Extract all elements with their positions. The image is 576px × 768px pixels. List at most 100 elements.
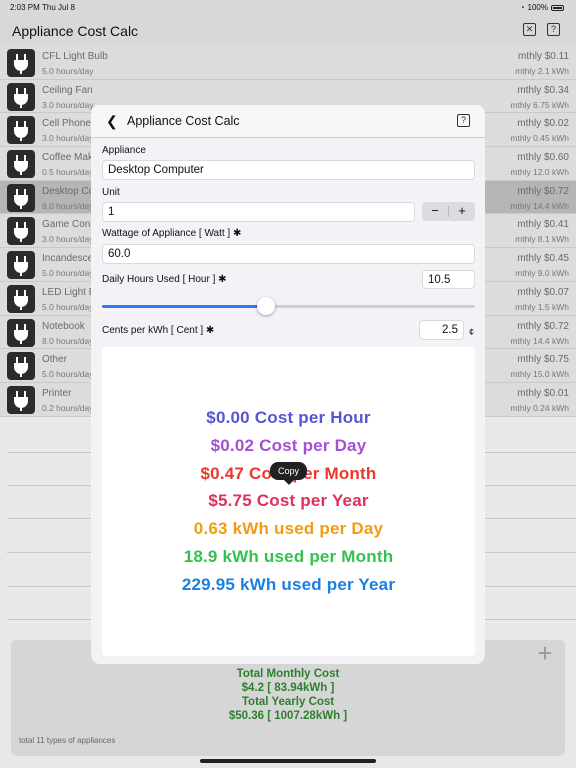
plug-icon [7, 385, 35, 414]
appliance-monthly-kwh: mthly 1.5 kWh [515, 301, 569, 312]
hours-field[interactable]: 10.5 [422, 270, 475, 289]
appliance-name: Cell Phone [42, 118, 91, 130]
cents-field[interactable]: 2.5 [419, 320, 464, 340]
wifi-icon: ◔ [519, 3, 525, 12]
close-icon[interactable]: ✕ [523, 23, 536, 36]
appliance-row[interactable]: CFL Light Bulb 5.0 hours/day mthly $0.11 mt… [0, 46, 576, 80]
appliance-detail-sheet: ❮ Appliance Cost Calc ? Appliance Deskto… [91, 105, 485, 664]
appliance-monthly-kwh: mthly 0.45 kWh [510, 133, 569, 144]
plug-icon [7, 49, 35, 77]
appliance-name: Notebook [42, 320, 85, 332]
plug-icon [7, 352, 35, 381]
result-line: $5.75 Cost per Year [208, 491, 369, 511]
appliance-hours: 5.0 hours/day [42, 369, 94, 380]
appliance-monthly-kwh: mthly 6.75 kWh [510, 99, 569, 110]
appliance-name-field[interactable]: Desktop Computer [102, 160, 475, 180]
result-line: 18.9 kWh used per Month [183, 547, 394, 566]
hours-label: Daily Hours Used [ Hour ] ✱ [102, 274, 227, 285]
appliance-hours: 5.0 hours/day [42, 66, 94, 76]
add-appliance-button[interactable]: + [534, 640, 556, 666]
appliance-name: Desktop Co [42, 185, 95, 197]
appliance-name: Printer [42, 387, 72, 399]
plug-icon [7, 318, 35, 347]
appliance-name: Ceiling Fan [42, 84, 93, 96]
appliance-name: Game Cons [42, 219, 96, 231]
plug-icon [7, 183, 35, 212]
result-line: $0.02 Cost per Day [210, 435, 367, 455]
result-line: 229.95 kWh used per Year [181, 574, 396, 594]
appliance-monthly-cost: mthly $0.45 [517, 253, 569, 265]
plug-icon [7, 217, 35, 246]
appliance-monthly-cost: mthly $0.72 [517, 185, 569, 197]
appliance-hours: 3.0 hours/day [42, 234, 94, 245]
appliance-monthly-cost: mthly $0.41 [517, 219, 569, 231]
appliance-hours: 0.5 hours/day [42, 167, 94, 178]
cents-unit: ¢ [469, 327, 475, 337]
appliance-name: Incandesce [42, 253, 94, 265]
plug-icon [7, 284, 35, 313]
plug-icon [7, 150, 35, 179]
appliance-monthly-cost: mthly $0.75 [517, 354, 569, 366]
appliance-monthly-kwh: mthly 8.1 kWh [515, 234, 569, 245]
appliance-monthly-kwh: mthly 12.0 kWh [510, 167, 569, 178]
status-bar: 2:03 PM Thu Jul 8 ◔ 100% [0, 0, 576, 14]
appliance-hours: 3.0 hours/day [42, 133, 94, 144]
total-yearly-label: Total Yearly Cost [241, 696, 335, 708]
status-right: ◔ 100% [520, 3, 564, 12]
appliance-name: Other [42, 354, 68, 366]
results-panel: $0.00 Cost per Hour $0.02 Cost per Day $0.… [102, 347, 475, 656]
appliance-monthly-cost: mthly $0.02 [517, 118, 569, 130]
appliance-hours: 5.0 hours/day [42, 268, 94, 279]
main-header: Appliance Cost Calc ✕ ? [0, 14, 576, 46]
result-line: $0.00 Cost per Hour [206, 408, 371, 427]
appliance-count: total 11 types of appliances [19, 736, 116, 745]
stepper-minus-button[interactable]: − [422, 202, 448, 221]
plug-icon [7, 251, 35, 280]
appliance-name: LED Light B [42, 286, 96, 298]
main-title: Appliance Cost Calc [12, 23, 139, 39]
status-date: Thu Jul 8 [42, 3, 75, 12]
appliance-monthly-kwh: mthly 2.1 kWh [515, 66, 569, 76]
appliance-hours: 8.0 hours/day [42, 335, 94, 346]
appliance-monthly-kwh: mthly 14.4 kWh [510, 335, 569, 346]
total-monthly-value: $4.2 [ 83.94kWh ] [241, 682, 335, 694]
cents-label: Cents per kWh [ Cent ] ✱ [102, 325, 215, 336]
battery-percent: 100% [527, 3, 548, 12]
appliance-monthly-kwh: mthly 14.4 kWh [510, 200, 569, 211]
appliance-monthly-kwh: mthly 15.0 kWh [510, 369, 569, 380]
battery-icon [551, 4, 564, 11]
sheet-title: Appliance Cost Calc [127, 114, 240, 128]
chevron-left-icon[interactable]: ❮ [106, 114, 118, 128]
appliance-hours: 5.0 hours/day [42, 301, 94, 312]
appliance-hours: 0.2 hours/day [42, 402, 94, 413]
help-button[interactable]: ? [547, 23, 560, 36]
wattage-label: Wattage of Appliance [ Watt ] ✱ [102, 228, 242, 239]
appliance-name: CFL Light Bulb [42, 51, 108, 62]
unit-field[interactable]: 1 [102, 202, 415, 222]
unit-label: Unit [102, 187, 120, 198]
hours-slider[interactable] [102, 305, 475, 308]
appliance-monthly-cost: mthly $0.07 [517, 286, 569, 298]
appliance-monthly-kwh: mthly 0.24 kWh [510, 402, 569, 413]
appliance-monthly-cost: mthly $0.34 [517, 84, 569, 96]
sheet-header: ❮ Appliance Cost Calc ? [91, 105, 485, 138]
stepper-plus-button[interactable]: + [449, 202, 475, 221]
wattage-field[interactable]: 60.0 [102, 244, 475, 264]
home-indicator[interactable] [200, 759, 376, 763]
copy-tooltip[interactable]: Copy [270, 462, 308, 485]
appliance-monthly-cost: mthly $0.60 [517, 152, 569, 164]
appliance-monthly-kwh: mthly 9.0 kWh [515, 268, 569, 279]
appliance-monthly-cost: mthly $0.11 [518, 51, 569, 62]
appliance-label: Appliance [102, 145, 146, 156]
sheet-help-button[interactable]: ? [457, 114, 470, 127]
appliance-name: Coffee Mak [42, 152, 93, 164]
appliance-monthly-cost: mthly $0.72 [517, 320, 569, 332]
plug-icon [7, 82, 35, 111]
appliance-hours: 8.0 hours/day [42, 200, 94, 211]
appliance-hours: 3.0 hours/day [42, 99, 94, 110]
status-time: 2:03 PM [10, 3, 40, 12]
appliance-monthly-cost: mthly $0.01 [517, 387, 569, 399]
unit-stepper[interactable]: − + [422, 202, 475, 221]
hours-slider-thumb[interactable] [257, 297, 276, 315]
total-monthly-label: Total Monthly Cost [236, 668, 340, 680]
